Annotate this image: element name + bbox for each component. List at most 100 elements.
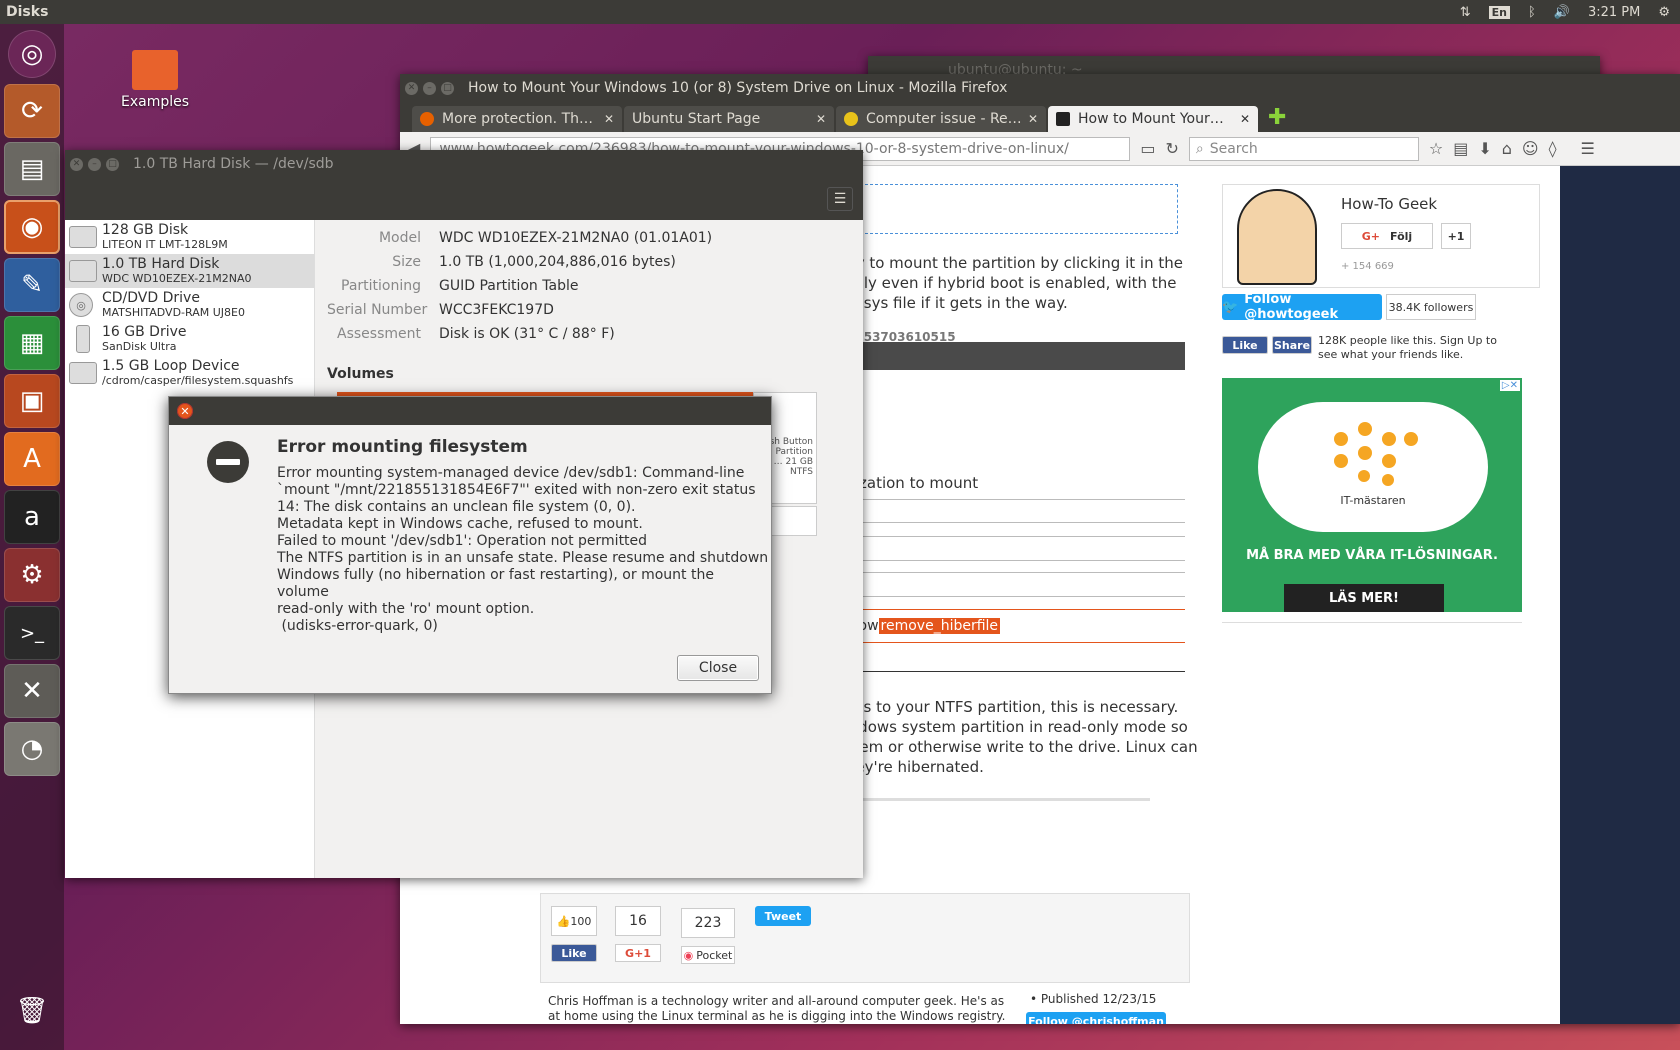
desktop-icon-label: Examples: [120, 94, 190, 110]
tab-close-icon[interactable]: ✕: [1028, 112, 1038, 126]
software-center-icon[interactable]: A: [4, 432, 60, 486]
download-icon[interactable]: ⬇: [1478, 139, 1491, 158]
facebook-share-button[interactable]: Share: [1272, 336, 1312, 354]
minimize-icon[interactable]: –: [423, 81, 436, 95]
usb-drive-icon: [76, 325, 90, 353]
writer-icon[interactable]: ✎: [4, 258, 60, 312]
facebook-like-button[interactable]: Like: [551, 944, 597, 962]
folder-icon: [132, 50, 178, 90]
minimize-icon[interactable]: –: [88, 157, 101, 171]
error-icon: [207, 441, 249, 483]
firefox-title: How to Mount Your Windows 10 (or 8) Syst…: [468, 80, 1008, 96]
files-icon[interactable]: ▤: [4, 142, 60, 196]
follow-author-button[interactable]: Follow @chrishoffman: [1026, 1012, 1166, 1024]
drive-item-loop[interactable]: 1.5 GB Loop Device/cdrom/casper/filesyst…: [65, 356, 314, 390]
search-input[interactable]: ⌕ Search: [1188, 136, 1419, 161]
gear-icon[interactable]: ⚙: [1658, 5, 1670, 20]
pocket-icon[interactable]: ◊: [1549, 139, 1557, 158]
follow-label: Följ: [1390, 229, 1413, 243]
bookmark-star-icon[interactable]: ☆: [1429, 139, 1443, 158]
tab-more-protection[interactable]: More protection. Th… ✕: [412, 106, 622, 132]
gplus-follow-button[interactable]: G+ Följ: [1341, 223, 1433, 249]
maximize-icon[interactable]: □: [441, 81, 454, 95]
gplus-button[interactable]: G+1: [615, 944, 661, 962]
maximize-icon[interactable]: □: [106, 157, 119, 171]
twitter-follow-label: Follow @howtogeek: [1244, 292, 1339, 322]
divider: [830, 572, 1185, 573]
close-icon[interactable]: ✕: [177, 403, 193, 419]
divider: [1222, 622, 1522, 623]
reload-icon[interactable]: ↻: [1165, 139, 1178, 158]
chat-icon[interactable]: ☺: [1522, 139, 1539, 158]
menu-hamburger-icon[interactable]: ☰: [827, 187, 853, 211]
close-button[interactable]: Close: [677, 655, 759, 681]
sidebar: How-To Geek G+ Följ +1 + 154 669 🐦 Follow …: [1220, 166, 1540, 1024]
prop-label: Model: [378, 230, 421, 246]
tab-how-to-mount[interactable]: How to Mount Your… ✕: [1048, 106, 1258, 132]
tab-close-icon[interactable]: ✕: [604, 112, 614, 126]
prop-value: WCC3FEKC197D: [439, 302, 554, 318]
article-text: rfile.sys file if it gets in the way.: [830, 294, 1068, 312]
firefox-icon[interactable]: ◉: [4, 200, 60, 254]
ad-read-more-button[interactable]: LÄS MER!: [1284, 584, 1444, 612]
amazon-icon[interactable]: a: [4, 490, 60, 544]
facebook-like-button[interactable]: Like: [1222, 336, 1268, 354]
settings-icon[interactable]: ⚙: [4, 548, 60, 602]
gplus-icon: G+: [1361, 229, 1381, 243]
close-icon[interactable]: ✕: [405, 81, 418, 95]
radiation-favicon-icon: [844, 112, 858, 126]
firefox-favicon-icon: [420, 112, 434, 126]
firefox-titlebar[interactable]: ✕ – □ How to Mount Your Windows 10 (or 8…: [400, 74, 1680, 102]
calc-icon[interactable]: ▦: [4, 316, 60, 370]
close-icon[interactable]: ✕: [70, 157, 83, 171]
twitter-follow-button[interactable]: 🐦 Follow @howtogeek: [1222, 292, 1382, 322]
terminal-icon[interactable]: >_: [4, 606, 60, 660]
tab-ubuntu-start-page[interactable]: Ubuntu Start Page ✕: [624, 106, 834, 132]
pocket-button[interactable]: ◉ Pocket: [681, 946, 735, 964]
dialog-titlebar[interactable]: ✕: [169, 397, 771, 425]
pocket-label: Pocket: [696, 948, 733, 962]
author-bio: Chris Hoffman is a technology writer and…: [548, 994, 1006, 1023]
installer-icon[interactable]: ⟳: [4, 84, 60, 138]
divider: [830, 798, 1150, 801]
article-text: ccess to your NTFS partition, this is ne…: [830, 698, 1179, 716]
drive-item-cd-dvd[interactable]: ◎ CD/DVD Drive MATSHITADVD-RAM UJ8E0: [65, 288, 314, 322]
tab-close-icon[interactable]: ✕: [816, 112, 826, 126]
reader-view-icon[interactable]: ▭: [1140, 139, 1155, 158]
menu-hamburger-icon[interactable]: ☰: [1580, 139, 1594, 158]
tab-close-icon[interactable]: ✕: [1240, 112, 1250, 126]
htg-favicon-icon: [1056, 112, 1070, 126]
tab-computer-issue[interactable]: Computer issue - Re… ✕: [836, 106, 1046, 132]
drive-name: 128 GB Disk: [102, 222, 189, 238]
drive-item-1tb[interactable]: 1.0 TB Hard Disk WDC WD10EZEX-21M2NA0: [65, 254, 314, 288]
ad-choices-icon[interactable]: ▷✕: [1499, 380, 1520, 391]
network-icon[interactable]: ⇅: [1460, 5, 1471, 20]
home-icon[interactable]: ⌂: [1502, 139, 1512, 158]
keyboard-layout-indicator[interactable]: En: [1488, 5, 1510, 19]
tools-icon[interactable]: ✕: [4, 664, 60, 718]
disks-icon[interactable]: ◔: [4, 722, 60, 776]
trash-icon[interactable]: 🗑: [4, 984, 60, 1038]
error-dialog: ✕ Error mounting filesystem Error mounti…: [168, 396, 772, 694]
impress-icon[interactable]: ▣: [4, 374, 60, 428]
drive-item-16gb[interactable]: 16 GB Drive SanDisk Ultra: [65, 322, 314, 356]
ad-dot: [1404, 432, 1418, 446]
desktop-icon-examples[interactable]: Examples: [115, 50, 195, 110]
advertisement[interactable]: IT-mästaren MÅ BRA MED VÅRA IT-LÖSNINGAR…: [1222, 378, 1522, 612]
prop-label: Serial Number: [327, 302, 428, 318]
bookmarks-list-icon[interactable]: ▤: [1453, 139, 1468, 158]
brand-name: How-To Geek: [1341, 195, 1438, 213]
disks-titlebar[interactable]: ✕ – □ 1.0 TB Hard Disk — /dev/sdb: [65, 150, 863, 178]
message-line: The NTFS partition is in an unsafe state…: [277, 550, 769, 566]
article-text: e them or otherwise write to the drive. …: [830, 738, 1198, 756]
drive-item-128gb[interactable]: 128 GB Disk LITEON IT LMT-128L9M: [65, 220, 314, 254]
bluetooth-icon[interactable]: ᛒ: [1528, 5, 1536, 20]
new-tab-plus-icon[interactable]: ✚: [1268, 105, 1286, 130]
clock[interactable]: 3:21 PM: [1588, 5, 1640, 20]
article-text: y try to mount the partition by clicking…: [830, 254, 1183, 272]
tweet-button[interactable]: Tweet: [755, 906, 811, 926]
divider: [830, 642, 1185, 643]
plus-one-button[interactable]: +1: [1441, 223, 1471, 249]
ubuntu-dash-icon[interactable]: ◎: [8, 30, 56, 78]
volume-icon[interactable]: 🔊: [1554, 5, 1570, 20]
